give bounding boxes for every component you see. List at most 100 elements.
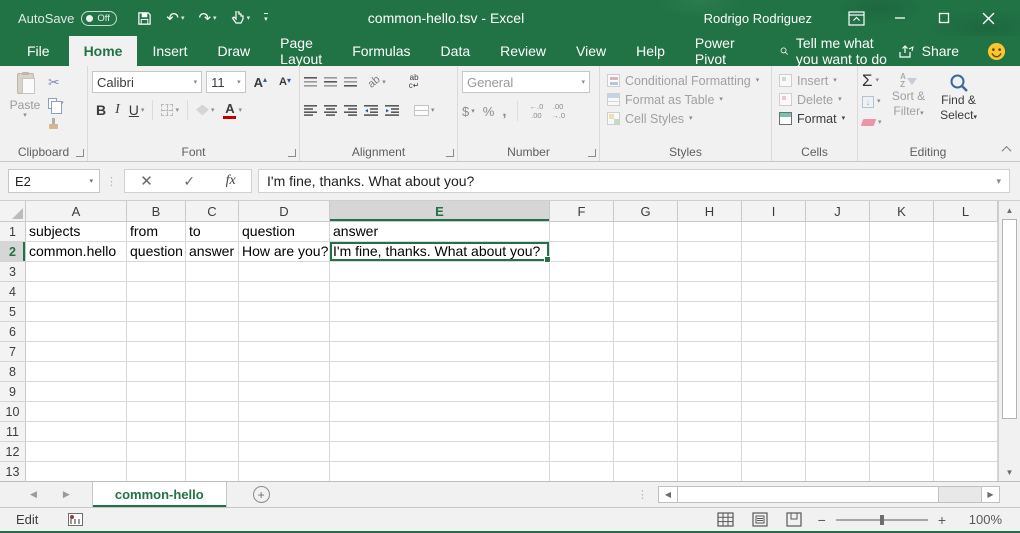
cell-H1[interactable]	[678, 222, 742, 242]
prev-sheet-icon[interactable]: ◀	[30, 489, 37, 500]
new-sheet-button[interactable]: +	[253, 482, 270, 507]
vertical-scrollbar[interactable]: ▲ ▼	[998, 201, 1020, 481]
formula-input[interactable]: I'm fine, thanks. What about you? ▾	[258, 169, 1010, 193]
cell-L9[interactable]	[934, 382, 998, 402]
cell-I2[interactable]	[742, 242, 806, 262]
cell-C8[interactable]	[186, 362, 239, 382]
cell-D10[interactable]	[239, 402, 330, 422]
cell-D13[interactable]	[239, 462, 330, 481]
cell-styles-button[interactable]: Cell Styles ▾	[604, 109, 767, 128]
vertical-scroll-thumb[interactable]	[1002, 219, 1017, 419]
decrease-font-button[interactable]: A▾	[275, 71, 295, 93]
column-header-B[interactable]: B	[127, 201, 186, 222]
cell-K4[interactable]	[870, 282, 934, 302]
cell-E13[interactable]	[330, 462, 550, 481]
cell-I3[interactable]	[742, 262, 806, 282]
cell-F7[interactable]	[550, 342, 614, 362]
maximize-button[interactable]	[922, 0, 966, 36]
cut-button[interactable]: ✂	[48, 74, 64, 90]
cell-J4[interactable]	[806, 282, 870, 302]
cell-I11[interactable]	[742, 422, 806, 442]
row-header-13[interactable]: 13	[0, 462, 26, 481]
merge-center-button[interactable]: ▾	[410, 99, 439, 121]
cell-B10[interactable]	[127, 402, 186, 422]
cell-J1[interactable]	[806, 222, 870, 242]
cell-E3[interactable]	[330, 262, 550, 282]
find-select-button[interactable]: Find &Select▾	[936, 71, 982, 131]
bold-button[interactable]: B	[92, 99, 110, 121]
cell-G3[interactable]	[614, 262, 678, 282]
row-header-3[interactable]: 3	[0, 262, 26, 282]
cell-F2[interactable]	[550, 242, 614, 262]
cell-A9[interactable]	[26, 382, 127, 402]
cell-F9[interactable]	[550, 382, 614, 402]
cell-D3[interactable]	[239, 262, 330, 282]
tell-me-box[interactable]: Tell me what you want to do	[780, 36, 898, 66]
orientation-button[interactable]: ab▾	[364, 71, 390, 93]
conditional-formatting-button[interactable]: Conditional Formatting ▾	[604, 71, 767, 90]
cell-J11[interactable]	[806, 422, 870, 442]
cell-E1[interactable]: answer	[330, 222, 550, 242]
cell-G12[interactable]	[614, 442, 678, 462]
cell-K1[interactable]	[870, 222, 934, 242]
cell-C2[interactable]: answer	[186, 242, 239, 262]
horizontal-scroll-track[interactable]	[939, 487, 981, 502]
cell-K2[interactable]	[870, 242, 934, 262]
font-dialog-launcher-icon[interactable]	[288, 149, 296, 157]
cell-F12[interactable]	[550, 442, 614, 462]
horizontal-scroll-thumb[interactable]	[677, 487, 939, 502]
font-size-dropdown-icon[interactable]: ▾	[237, 79, 241, 86]
cell-B1[interactable]: from	[127, 222, 186, 242]
zoom-in-button[interactable]: +	[938, 512, 946, 528]
fill-button[interactable]: ↓▾	[862, 93, 882, 110]
customize-qat-button[interactable]: ▾	[264, 13, 268, 23]
cell-A10[interactable]	[26, 402, 127, 422]
paste-dropdown-icon[interactable]: ▾	[23, 112, 27, 119]
minimize-button[interactable]	[878, 0, 922, 36]
tab-data[interactable]: Data	[426, 36, 486, 66]
cell-J8[interactable]	[806, 362, 870, 382]
cell-C3[interactable]	[186, 262, 239, 282]
page-layout-view-icon[interactable]	[752, 512, 768, 527]
cell-G8[interactable]	[614, 362, 678, 382]
autosum-button[interactable]: Σ▾	[862, 72, 882, 89]
cell-D11[interactable]	[239, 422, 330, 442]
cell-F5[interactable]	[550, 302, 614, 322]
cell-styles-dropdown-icon[interactable]: ▾	[689, 115, 693, 122]
format-dropdown-icon[interactable]: ▾	[842, 115, 846, 122]
next-sheet-icon[interactable]: ▶	[63, 489, 70, 500]
cell-H9[interactable]	[678, 382, 742, 402]
zoom-slider-thumb[interactable]	[880, 515, 884, 525]
cell-F1[interactable]	[550, 222, 614, 242]
font-color-dropdown-icon[interactable]: ▾	[238, 107, 242, 114]
horizontal-scrollbar[interactable]: ◀ ▶	[658, 486, 1000, 503]
accounting-format-button[interactable]: $▾	[462, 100, 475, 122]
accounting-dropdown-icon[interactable]: ▾	[471, 108, 475, 115]
column-header-E[interactable]: E	[330, 201, 550, 222]
cell-A12[interactable]	[26, 442, 127, 462]
macro-recording-button[interactable]	[68, 513, 83, 526]
clear-button[interactable]: ▾	[862, 114, 882, 131]
cell-J2[interactable]	[806, 242, 870, 262]
cell-K12[interactable]	[870, 442, 934, 462]
decrease-indent-button[interactable]	[364, 105, 378, 116]
clipboard-dialog-launcher-icon[interactable]	[76, 149, 84, 157]
cell-I4[interactable]	[742, 282, 806, 302]
fill-dropdown-icon[interactable]: ▾	[877, 98, 881, 105]
wrap-text-button[interactable]: abc↵	[405, 71, 424, 93]
conditional-formatting-dropdown-icon[interactable]: ▾	[756, 77, 760, 84]
cell-L8[interactable]	[934, 362, 998, 382]
cell-B13[interactable]	[127, 462, 186, 481]
cell-D1[interactable]: question	[239, 222, 330, 242]
row-header-7[interactable]: 7	[0, 342, 26, 362]
cell-A4[interactable]	[26, 282, 127, 302]
cell-I8[interactable]	[742, 362, 806, 382]
cell-D2[interactable]: How are you?	[239, 242, 330, 262]
cell-L7[interactable]	[934, 342, 998, 362]
format-painter-button[interactable]	[48, 116, 64, 132]
row-header-8[interactable]: 8	[0, 362, 26, 382]
name-box-dropdown-icon[interactable]: ▾	[89, 178, 93, 185]
cell-L10[interactable]	[934, 402, 998, 422]
delete-cells-button[interactable]: Delete ▾	[776, 90, 853, 109]
cell-G7[interactable]	[614, 342, 678, 362]
